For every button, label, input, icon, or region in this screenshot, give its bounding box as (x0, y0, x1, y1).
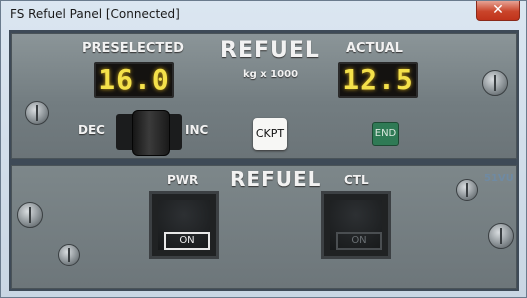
panel-title: REFUEL (220, 38, 320, 63)
actual-label: ACTUAL (346, 41, 403, 56)
refuel-panel-area: PRESELECTED 16.0 REFUEL kg x 1000 ACTUAL… (9, 30, 519, 291)
actual-display: 12.5 (338, 62, 418, 98)
close-button[interactable]: ✕ (476, 1, 520, 21)
units-label: kg x 1000 (243, 69, 299, 80)
preselect-knob[interactable] (132, 110, 170, 156)
upper-refuel-panel: PRESELECTED 16.0 REFUEL kg x 1000 ACTUAL… (11, 33, 517, 159)
ctl-label: CTL (344, 173, 369, 187)
app-window: FS Refuel Panel [Connected] ✕ PRESELECTE… (0, 0, 527, 298)
screw-icon (25, 101, 49, 125)
preselected-label: PRESELECTED (82, 41, 184, 56)
close-icon: ✕ (492, 2, 504, 18)
dec-label: DEC (78, 123, 105, 137)
ctl-on-light: ON (336, 232, 382, 250)
ckpt-button[interactable]: CKPT (253, 118, 287, 150)
lower-refuel-panel: PWR REFUEL CTL 51VU ON ON (11, 165, 517, 289)
screw-icon (482, 70, 508, 96)
screw-icon (17, 202, 43, 228)
panel-tag: 51VU (484, 173, 514, 184)
pwr-on-light: ON (164, 232, 210, 250)
window-title: FS Refuel Panel [Connected] (10, 7, 180, 21)
end-button[interactable]: END (372, 122, 399, 146)
screw-icon (456, 179, 478, 201)
screw-icon (58, 244, 80, 266)
pwr-pushbutton[interactable]: ON (149, 191, 219, 259)
ctl-pushbutton[interactable]: ON (321, 191, 391, 259)
lower-panel-title: REFUEL (230, 167, 322, 191)
pwr-label: PWR (167, 173, 199, 187)
preselected-display: 16.0 (94, 62, 174, 98)
title-bar[interactable]: FS Refuel Panel [Connected] ✕ (1, 1, 526, 29)
screw-icon (488, 223, 514, 249)
inc-label: INC (185, 123, 209, 137)
